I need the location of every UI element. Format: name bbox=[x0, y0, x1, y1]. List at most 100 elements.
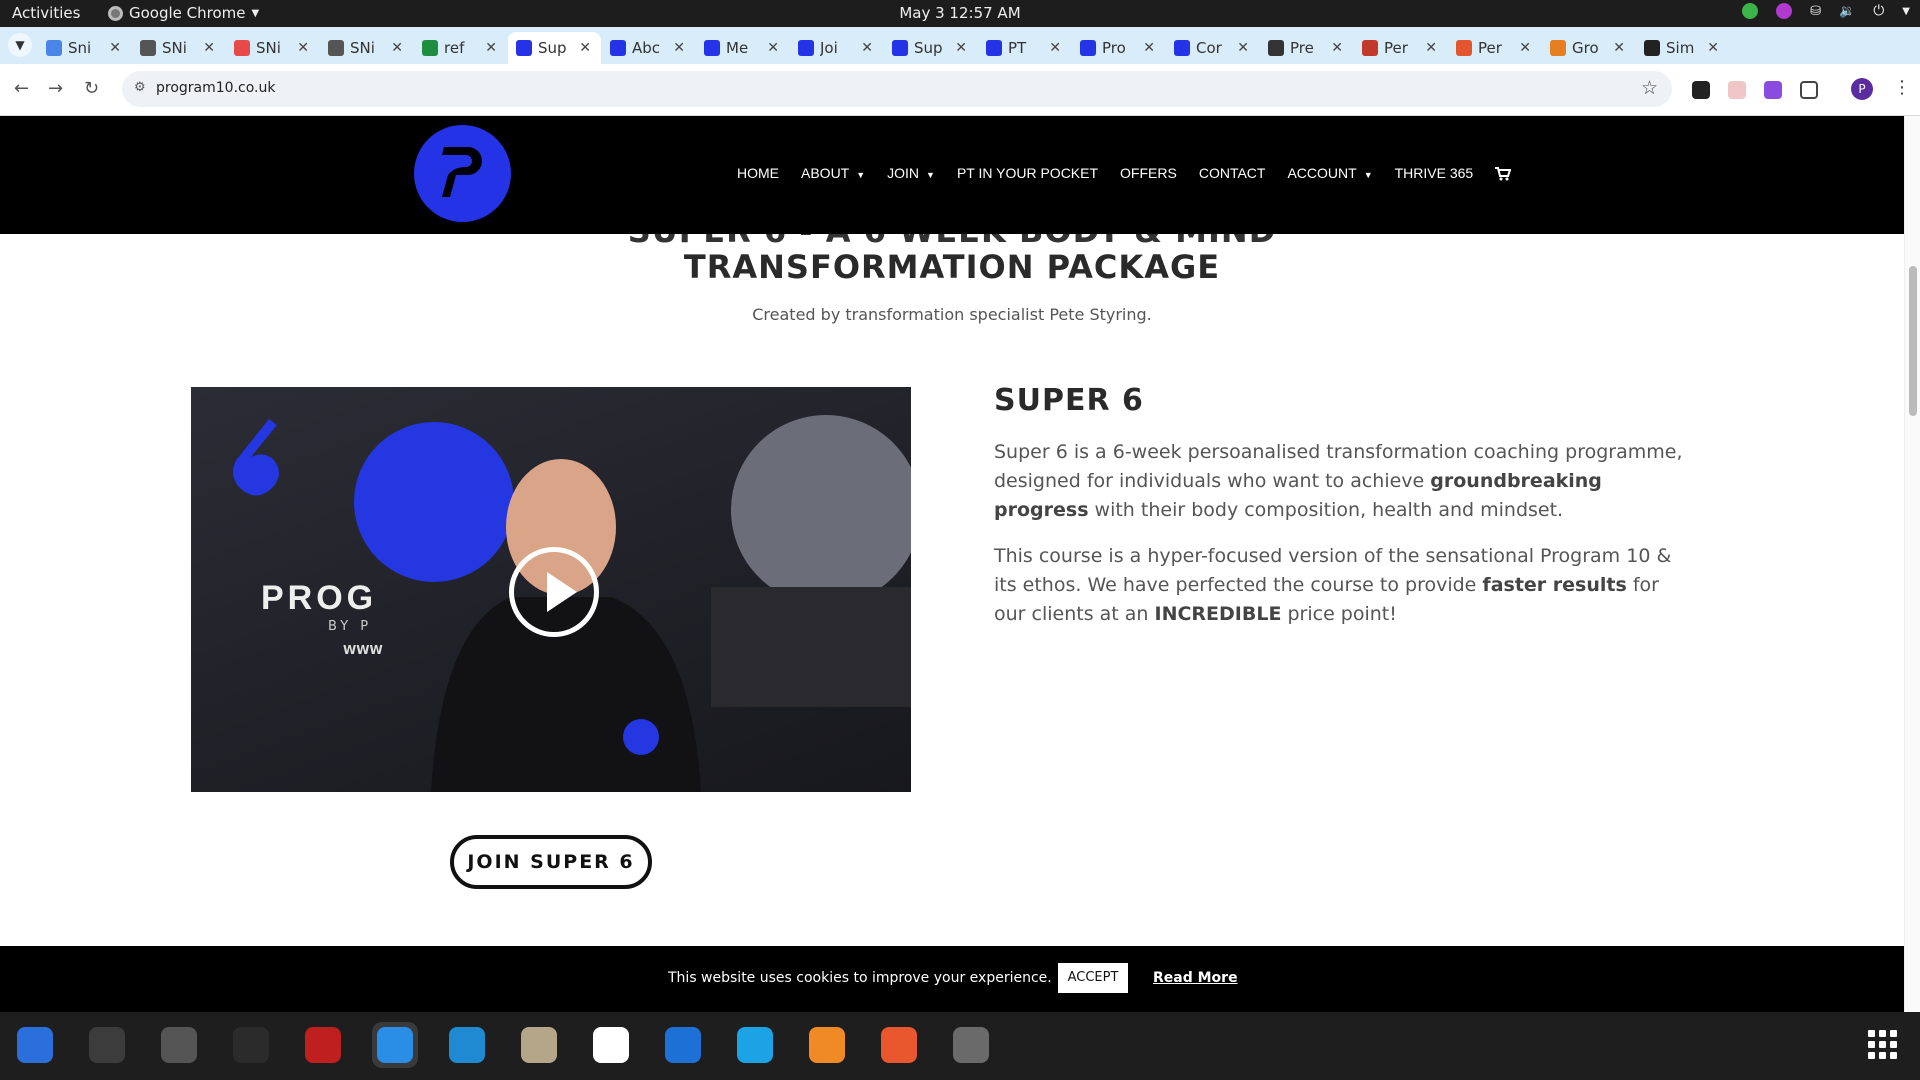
power-icon[interactable]: ⏻ bbox=[1873, 3, 1884, 19]
grid-dot bbox=[1879, 1052, 1886, 1059]
tab-close-icon[interactable]: ✕ bbox=[1613, 40, 1625, 56]
tab[interactable]: Joi ✕ bbox=[790, 32, 883, 64]
tab[interactable]: Me ✕ bbox=[696, 32, 789, 64]
back-icon[interactable]: ← bbox=[14, 78, 29, 99]
tab[interactable]: Pro ✕ bbox=[1072, 32, 1165, 64]
tab-close-icon[interactable]: ✕ bbox=[297, 40, 309, 56]
tab[interactable]: Per ✕ bbox=[1448, 32, 1541, 64]
tab-title: PT bbox=[1008, 39, 1027, 57]
tab[interactable]: SNi ✕ bbox=[132, 32, 225, 64]
files-icon[interactable] bbox=[516, 1022, 562, 1068]
tab[interactable]: Pre ✕ bbox=[1260, 32, 1353, 64]
extension-tray-icon[interactable] bbox=[1776, 3, 1793, 19]
pen-extension-icon[interactable] bbox=[1764, 81, 1782, 99]
wall-subtext: BY P bbox=[328, 619, 373, 634]
text-editor-icon[interactable] bbox=[588, 1022, 634, 1068]
scrollbar-thumb[interactable] bbox=[1909, 266, 1917, 416]
menu-item[interactable]: ABOUT ▼ bbox=[801, 165, 865, 181]
tab[interactable]: SNi ✕ bbox=[320, 32, 413, 64]
calculator-icon[interactable] bbox=[156, 1022, 202, 1068]
menu-item[interactable]: ACCOUNT ▼ bbox=[1287, 165, 1372, 181]
network-icon[interactable]: ⛁ bbox=[1810, 4, 1821, 19]
tab-close-icon[interactable]: ✕ bbox=[1237, 40, 1249, 56]
tab[interactable]: Sup ✕ bbox=[884, 32, 977, 64]
extensions-puzzle-icon[interactable] bbox=[1800, 81, 1818, 99]
menu-item[interactable]: OFFERS bbox=[1120, 165, 1177, 181]
page-scrollbar[interactable] bbox=[1904, 116, 1920, 1012]
vscode-icon[interactable] bbox=[444, 1022, 490, 1068]
tab[interactable]: Sup ✕ bbox=[508, 32, 601, 64]
program10-logo[interactable] bbox=[414, 125, 511, 222]
tab[interactable]: Cor ✕ bbox=[1166, 32, 1259, 64]
tab-close-icon[interactable]: ✕ bbox=[1425, 40, 1437, 56]
tab-close-icon[interactable]: ✕ bbox=[1143, 40, 1155, 56]
tab[interactable]: Sni ✕ bbox=[38, 32, 131, 64]
tab[interactable]: ref ✕ bbox=[414, 32, 507, 64]
filezilla-icon[interactable] bbox=[300, 1022, 346, 1068]
pt-in-your-pocket-poster bbox=[731, 415, 911, 605]
tab-close-icon[interactable]: ✕ bbox=[109, 40, 121, 56]
tab[interactable]: Per ✕ bbox=[1354, 32, 1447, 64]
menu-item[interactable]: JOIN ▼ bbox=[887, 165, 935, 181]
chevron-down-icon[interactable]: ▼ bbox=[1902, 6, 1910, 17]
tab-title: Per bbox=[1384, 39, 1408, 57]
menu-item[interactable]: CONTACT bbox=[1199, 165, 1266, 181]
skype-icon[interactable] bbox=[732, 1022, 778, 1068]
tab-favicon-icon bbox=[1174, 40, 1190, 56]
tab-close-icon[interactable]: ✕ bbox=[485, 40, 497, 56]
tab-close-icon[interactable]: ✕ bbox=[579, 40, 591, 56]
tab[interactable]: Sim ✕ bbox=[1636, 32, 1729, 64]
disk-icon[interactable] bbox=[948, 1022, 994, 1068]
tab[interactable]: PT ✕ bbox=[978, 32, 1071, 64]
more-menu-icon[interactable]: ⋮ bbox=[1893, 77, 1911, 98]
omnibox[interactable]: ⚙ program10.co.uk ☆ bbox=[122, 71, 1672, 107]
cookie-read-more-link[interactable]: Read More bbox=[1153, 970, 1238, 986]
tab-close-icon[interactable]: ✕ bbox=[767, 40, 779, 56]
tab-favicon-icon bbox=[1080, 40, 1096, 56]
tab-search-button[interactable]: ▼ bbox=[8, 33, 32, 57]
thunderbird-icon[interactable] bbox=[12, 1022, 58, 1068]
join-super6-button[interactable]: JOIN SUPER 6 bbox=[450, 835, 652, 889]
web-page: SUPER 6 - A 6 WEEK BODY & MIND TRANSFORM… bbox=[0, 116, 1904, 1012]
tab-close-icon[interactable]: ✕ bbox=[1707, 40, 1719, 56]
tab-close-icon[interactable]: ✕ bbox=[1049, 40, 1061, 56]
menu-item[interactable]: THRIVE 365 bbox=[1395, 165, 1474, 181]
cart-icon[interactable] bbox=[1495, 165, 1512, 181]
clock[interactable]: May 3 12:57 AM bbox=[0, 4, 1920, 22]
volume-icon[interactable]: 🔉 bbox=[1839, 4, 1855, 19]
tab[interactable]: Abc ✕ bbox=[602, 32, 695, 64]
cookie-accept-button[interactable]: ACCEPT bbox=[1058, 963, 1128, 993]
forward-icon[interactable]: → bbox=[48, 78, 63, 99]
tab-close-icon[interactable]: ✕ bbox=[203, 40, 215, 56]
tab-close-icon[interactable]: ✕ bbox=[673, 40, 685, 56]
system-monitor-icon[interactable] bbox=[228, 1022, 274, 1068]
eyedropper-extension-icon[interactable] bbox=[1692, 81, 1710, 99]
bookmark-star-icon[interactable]: ☆ bbox=[1641, 77, 1658, 99]
reload-icon[interactable]: ↻ bbox=[84, 78, 99, 99]
site-info-icon[interactable]: ⚙ bbox=[134, 80, 146, 95]
tab-close-icon[interactable]: ✕ bbox=[955, 40, 967, 56]
wall-text: PROG bbox=[261, 579, 378, 617]
system-tray[interactable]: ⛁ 🔉 ⏻ ▼ bbox=[1742, 3, 1910, 19]
tab[interactable]: Gro ✕ bbox=[1542, 32, 1635, 64]
menu-item[interactable]: PT IN YOUR POCKET bbox=[957, 165, 1098, 181]
blender-icon[interactable] bbox=[804, 1022, 850, 1068]
dock-icon-face bbox=[89, 1027, 125, 1063]
play-icon[interactable] bbox=[509, 547, 599, 637]
update-icon[interactable] bbox=[1742, 3, 1759, 19]
tab-close-icon[interactable]: ✕ bbox=[1331, 40, 1343, 56]
tab-close-icon[interactable]: ✕ bbox=[861, 40, 873, 56]
tab[interactable]: SNi ✕ bbox=[226, 32, 319, 64]
menu-item[interactable]: HOME bbox=[737, 165, 779, 181]
show-apps-grid-icon[interactable] bbox=[1868, 1030, 1900, 1062]
tab-close-icon[interactable]: ✕ bbox=[391, 40, 403, 56]
pencil-app-icon[interactable] bbox=[876, 1022, 922, 1068]
profile-avatar[interactable]: P bbox=[1851, 78, 1873, 100]
chrome-icon[interactable] bbox=[372, 1022, 418, 1068]
tab-close-icon[interactable]: ✕ bbox=[1519, 40, 1531, 56]
video-player[interactable]: PROG BY P WWW bbox=[191, 387, 911, 792]
terminal-icon[interactable] bbox=[84, 1022, 130, 1068]
calendar-extension-icon[interactable] bbox=[1728, 81, 1746, 99]
writer-icon[interactable] bbox=[660, 1022, 706, 1068]
url-text[interactable]: program10.co.uk bbox=[156, 80, 275, 96]
